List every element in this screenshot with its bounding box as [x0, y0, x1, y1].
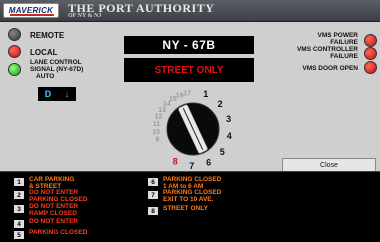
legend-line-1: STREET ONLY — [163, 205, 208, 212]
local-lamp-icon[interactable] — [8, 45, 21, 58]
vms-controller-line-2: FAILURE — [330, 53, 358, 60]
legend-text: PARKING CLOSED — [29, 229, 88, 237]
sign-name-display: NY - 67B — [124, 36, 254, 54]
legend-number: 7 — [148, 191, 158, 199]
legend-item: 7 PARKING CLOSED EXIT TO 10 AVE. — [148, 189, 221, 203]
dial-number: 4 — [227, 131, 232, 141]
vms-door-label: VMS DOOR OPEN — [302, 65, 358, 72]
legend-number: 4 — [14, 220, 24, 228]
logo-underline — [10, 14, 54, 16]
lane-control-line-3: AUTO — [36, 73, 55, 80]
message-legend: 1 CAR PARKING & STREET 2 DO NOT ENTER PA… — [0, 171, 380, 242]
vms-controller-label: VMS CONTROLLER FAILURE — [297, 46, 358, 60]
maverick-logo: MAVERICK — [3, 3, 59, 18]
legend-item: 3 DO NOT ENTER RAMP CLOSED — [14, 203, 78, 217]
legend-number: 3 — [14, 205, 24, 213]
legend-number: 6 — [148, 178, 158, 186]
legend-line-1: DO NOT ENTER — [29, 218, 79, 225]
remote-label: REMOTE — [30, 31, 65, 40]
message-selector-dial[interactable]: 123456789101112131415 16 17 — [128, 84, 258, 170]
dial-number: 3 — [226, 114, 231, 124]
vms-power-lamp-icon — [364, 34, 377, 47]
dial-number: 1 — [203, 89, 208, 99]
vms-power-label: VMS POWER FAILURE — [318, 32, 358, 46]
legend-number: 5 — [14, 231, 24, 239]
legend-text: STREET ONLY — [163, 205, 208, 213]
legend-line-2: EXIT TO 10 AVE. — [163, 195, 214, 203]
title-bar: MAVERICK THE PORT AUTHORITY OF NY & NJ — [0, 0, 380, 22]
dial-number: 12 — [155, 114, 163, 121]
dial-number: 5 — [220, 147, 225, 157]
legend-item: 8 STREET ONLY — [148, 205, 208, 215]
dial-number: 9 — [155, 137, 159, 144]
control-panel: REMOTE LOCAL LANE CONTROL SIGNAL (NY-67D… — [0, 22, 380, 172]
dial-number: 10 — [152, 129, 160, 136]
legend-number: 8 — [148, 207, 158, 215]
dial-number: 8 — [173, 156, 178, 166]
lane-control-lamp-icon[interactable] — [8, 63, 21, 76]
vms-controller-lamp-icon — [364, 47, 377, 60]
vms-power-line-1: VMS POWER — [317, 32, 358, 39]
vms-power-line-2: FAILURE — [330, 39, 358, 46]
dial-number: 2 — [218, 99, 223, 109]
lane-control-line-2: SIGNAL (NY-67D) — [30, 66, 84, 73]
legend-text: PARKING CLOSED EXIT TO 10 AVE. — [163, 189, 221, 203]
dial-number: 17 — [183, 91, 191, 98]
legend-text: DO NOT ENTER RAMP CLOSED — [29, 203, 78, 217]
legend-text: DO NOT ENTER — [29, 218, 79, 226]
sign-message-display: STREET ONLY — [124, 58, 254, 82]
dial-number: 7 — [189, 161, 194, 170]
legend-text: DO NOT ENTER PARKING CLOSED — [29, 189, 87, 203]
dial-number: 6 — [206, 158, 211, 168]
lane-control-line-1: LANE CONTROL — [30, 59, 82, 66]
vms-controller-line-1: VMS CONTROLLER — [296, 46, 358, 53]
legend-number: 1 — [14, 178, 24, 186]
lane-signal-d: D — [44, 89, 52, 99]
dial-number: 13 — [158, 107, 166, 114]
down-arrow-icon: ↓ — [64, 89, 70, 99]
legend-line-1: PARKING CLOSED — [29, 229, 88, 236]
lane-signal-indicator: D ↓ — [38, 87, 76, 101]
dial-number: 11 — [153, 121, 161, 128]
local-label: LOCAL — [30, 48, 58, 57]
legend-line-2: RAMP CLOSED — [29, 209, 77, 217]
app-subtitle: OF NY & NJ — [68, 13, 102, 19]
vms-door-lamp-icon — [364, 61, 377, 74]
legend-item: 5 PARKING CLOSED — [14, 229, 88, 239]
remote-lamp-icon[interactable] — [8, 28, 21, 41]
close-button[interactable]: Close — [282, 158, 376, 172]
legend-item: 4 DO NOT ENTER — [14, 218, 79, 228]
legend-number: 2 — [14, 191, 24, 199]
lane-control-label: LANE CONTROL SIGNAL (NY-67D) AUTO — [30, 59, 83, 80]
legend-item: 2 DO NOT ENTER PARKING CLOSED — [14, 189, 87, 203]
